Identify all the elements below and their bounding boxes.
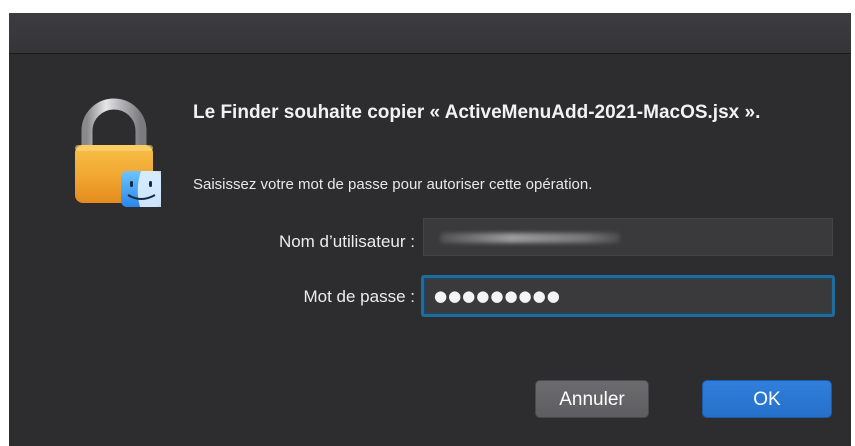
dialog-subtitle: Saisissez votre mot de passe pour autori…: [193, 176, 593, 193]
authentication-dialog: Le Finder souhaite copier « ActiveMenuAd…: [9, 13, 851, 446]
lock-finder-icon: [69, 97, 165, 209]
cancel-button[interactable]: Annuler: [535, 380, 649, 418]
dialog-titlebar: [9, 13, 851, 54]
password-field[interactable]: ●●●●●●●●●: [421, 275, 835, 317]
dialog-title: Le Finder souhaite copier « ActiveMenuAd…: [193, 102, 761, 123]
page-background: Le Finder souhaite copier « ActiveMenuAd…: [0, 0, 855, 446]
username-label: Nom d’utilisateur :: [278, 232, 415, 251]
redacted-username: [440, 233, 620, 243]
password-label: Mot de passe :: [303, 287, 415, 306]
ok-button[interactable]: OK: [702, 380, 832, 418]
username-field[interactable]: [423, 218, 833, 256]
